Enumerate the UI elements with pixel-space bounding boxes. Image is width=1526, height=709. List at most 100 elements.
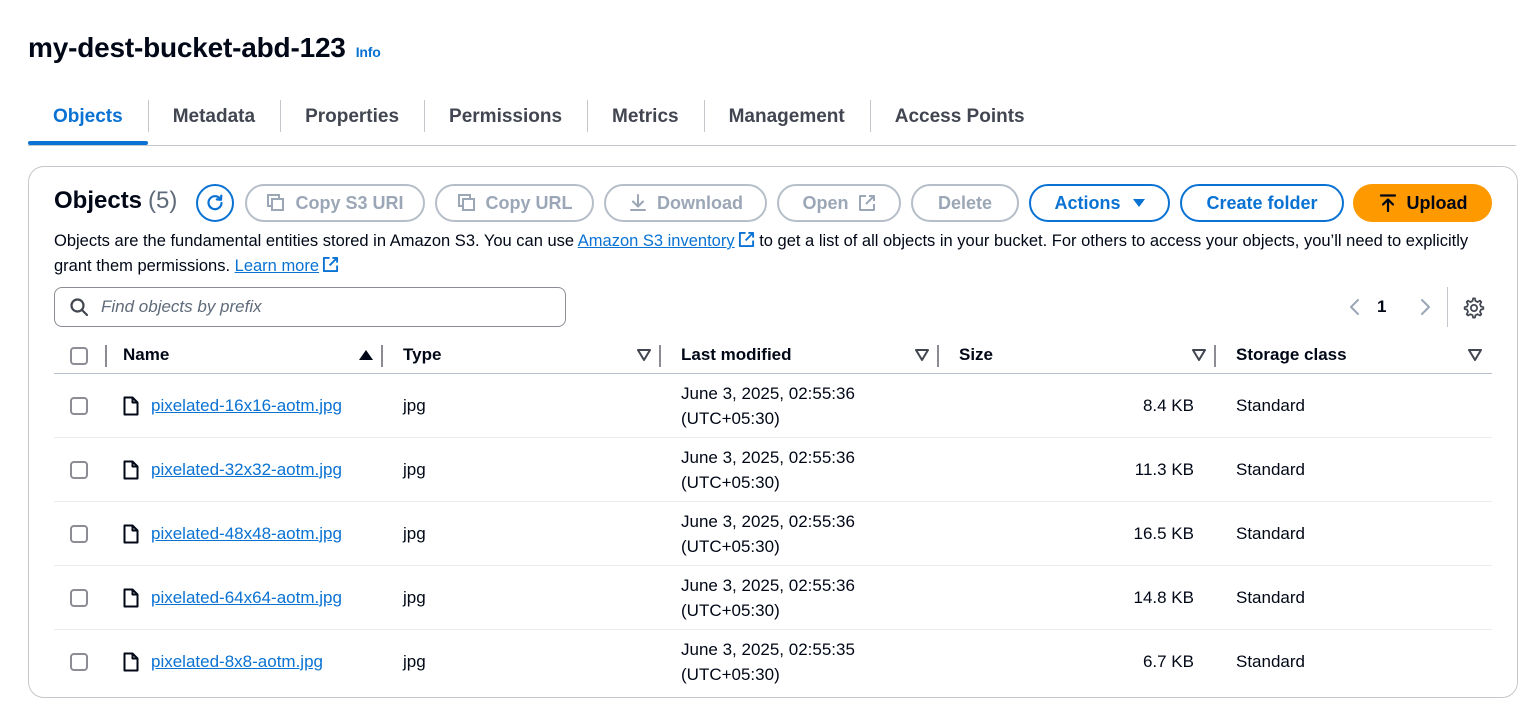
search-icon	[70, 298, 89, 317]
storage-class: Standard	[1216, 437, 1492, 502]
table-row[interactable]: pixelated-16x16-aotm.jpg jpg June 3, 202…	[54, 373, 1492, 438]
external-link-icon	[738, 231, 754, 248]
column-label: Type	[403, 345, 442, 364]
storage-class: Standard	[1216, 501, 1492, 566]
refresh-button[interactable]	[196, 184, 234, 222]
tab-management[interactable]: Management	[703, 96, 870, 137]
copy-icon	[457, 194, 475, 211]
copy-s3-uri-button[interactable]: Copy S3 URI	[245, 184, 425, 222]
last-modified-date: June 3, 2025, 02:55:36	[681, 383, 855, 403]
sort-icon	[637, 349, 651, 361]
create-folder-label: Create folder	[1206, 192, 1318, 213]
select-all-checkbox[interactable]	[70, 346, 88, 365]
s3-inventory-link-label: Amazon S3 inventory	[577, 232, 735, 250]
actions-dropdown[interactable]: Actions	[1029, 184, 1170, 222]
object-type: jpg	[383, 373, 661, 438]
learn-more-link[interactable]: Learn more	[234, 256, 339, 275]
upload-button[interactable]: Upload	[1353, 184, 1492, 222]
object-size: 14.8 KB	[939, 565, 1216, 630]
pagination-divider	[1447, 287, 1448, 327]
caret-down-icon	[1132, 199, 1145, 207]
table-row[interactable]: pixelated-8x8-aotm.jpg jpg June 3, 2025,…	[54, 630, 1492, 694]
object-type: jpg	[403, 651, 426, 671]
tab-properties[interactable]: Properties	[280, 96, 424, 137]
tab-metadata[interactable]: Metadata	[147, 96, 280, 137]
select-all-header	[54, 337, 107, 374]
search-box	[54, 287, 566, 327]
objects-table: Name Type Last modified Size Storage cla…	[54, 337, 1492, 693]
bucket-name: my-dest-bucket-abd-123	[28, 32, 346, 63]
external-link-icon	[858, 195, 875, 211]
object-name-link[interactable]: pixelated-8x8-aotm.jpg	[151, 652, 323, 672]
tab-objects[interactable]: Objects	[28, 96, 148, 145]
external-link-icon	[322, 256, 339, 273]
tab-permissions[interactable]: Permissions	[424, 96, 587, 137]
upload-icon	[1379, 194, 1396, 213]
column-label: Last modified	[681, 345, 792, 364]
objects-heading: Objects (5)	[54, 187, 177, 215]
chevron-left-icon[interactable]	[1348, 298, 1362, 316]
file-icon	[123, 396, 139, 415]
column-label: Name	[123, 345, 170, 364]
download-button[interactable]: Download	[604, 184, 767, 222]
open-button[interactable]: Open	[777, 184, 901, 222]
column-header-storage-class[interactable]: Storage class	[1216, 337, 1492, 374]
object-size: 6.7 KB	[1142, 651, 1194, 671]
learn-more-link-label: Learn more	[234, 257, 320, 275]
tab-access-points[interactable]: Access Points	[869, 96, 1050, 137]
file-icon	[123, 524, 139, 543]
sort-icon	[1468, 349, 1482, 361]
storage-class: Standard	[1236, 651, 1305, 671]
table-row[interactable]: pixelated-32x32-aotm.jpg jpg June 3, 202…	[54, 437, 1492, 502]
column-label: Size	[959, 345, 994, 364]
column-header-last-modified[interactable]: Last modified	[661, 337, 939, 374]
object-size: 8.4 KB	[939, 373, 1216, 438]
file-icon	[123, 588, 139, 607]
sort-ascending-icon	[359, 350, 373, 360]
tab-bar: Objects Metadata Properties Permissions …	[28, 96, 1516, 146]
object-name-link[interactable]: pixelated-48x48-aotm.jpg	[151, 524, 342, 544]
row-checkbox[interactable]	[70, 461, 88, 480]
tab-metrics[interactable]: Metrics	[587, 96, 704, 137]
last-modified-timezone: (UTC+05:30)	[681, 664, 780, 684]
column-label: Storage class	[1236, 345, 1347, 364]
column-header-name[interactable]: Name	[107, 337, 383, 374]
column-header-size[interactable]: Size	[939, 337, 1216, 374]
column-header-type[interactable]: Type	[383, 337, 661, 374]
copy-icon	[267, 194, 285, 211]
copy-url-button[interactable]: Copy URL	[435, 184, 594, 222]
table-row[interactable]: pixelated-48x48-aotm.jpg jpg June 3, 202…	[54, 501, 1492, 566]
object-name-link[interactable]: pixelated-16x16-aotm.jpg	[151, 396, 342, 416]
refresh-icon	[207, 194, 223, 211]
row-checkbox[interactable]	[70, 525, 88, 544]
last-modified-date: June 3, 2025, 02:55:35	[681, 639, 855, 659]
sort-icon	[1192, 349, 1206, 361]
table-row[interactable]: pixelated-64x64-aotm.jpg jpg June 3, 202…	[54, 565, 1492, 630]
storage-class: Standard	[1216, 373, 1492, 438]
info-link[interactable]: Info	[356, 44, 381, 60]
row-checkbox[interactable]	[70, 589, 88, 608]
object-type: jpg	[383, 437, 661, 502]
gear-icon[interactable]	[1463, 297, 1485, 319]
row-checkbox[interactable]	[70, 653, 88, 672]
object-size: 16.5 KB	[939, 501, 1216, 566]
copy-url-label: Copy URL	[485, 192, 573, 213]
last-modified-date: June 3, 2025, 02:55:36	[681, 575, 855, 595]
object-name-link[interactable]: pixelated-64x64-aotm.jpg	[151, 588, 342, 608]
create-folder-button[interactable]: Create folder	[1180, 184, 1344, 222]
search-input[interactable]	[99, 296, 543, 318]
objects-title: Objects	[54, 187, 143, 214]
chevron-right-icon[interactable]	[1418, 298, 1432, 316]
s3-inventory-link[interactable]: Amazon S3 inventory	[577, 231, 755, 250]
last-modified-date: June 3, 2025, 02:55:36	[681, 511, 855, 531]
row-checkbox[interactable]	[70, 397, 88, 416]
upload-label: Upload	[1406, 192, 1468, 213]
delete-button[interactable]: Delete	[911, 184, 1019, 222]
pagination-current-page[interactable]: 1	[1377, 297, 1386, 317]
delete-label: Delete	[937, 192, 993, 213]
object-name-link[interactable]: pixelated-32x32-aotm.jpg	[151, 460, 342, 480]
objects-panel: Objects (5) Copy S3 URI Copy URL Download…	[28, 166, 1518, 698]
file-icon	[123, 460, 139, 479]
download-icon	[630, 194, 646, 211]
open-label: Open	[802, 192, 849, 213]
